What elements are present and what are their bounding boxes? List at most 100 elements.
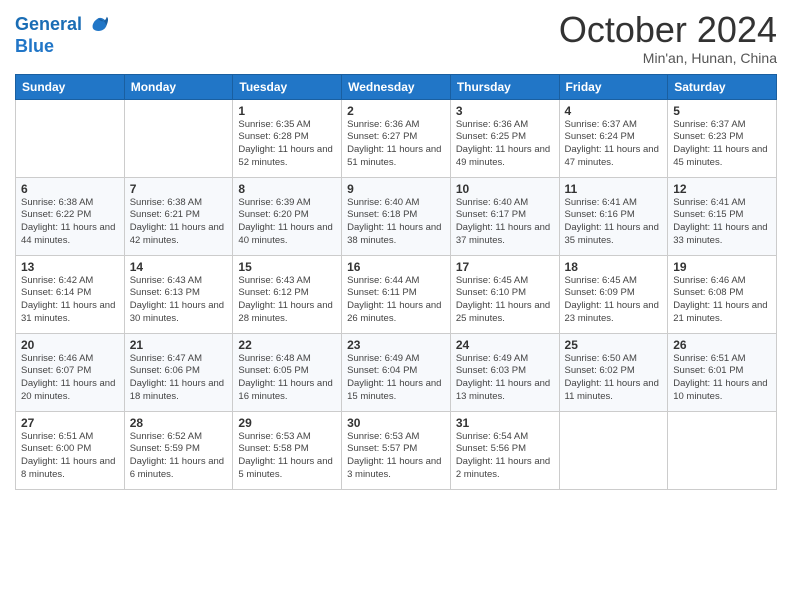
- day-number: 16: [347, 260, 445, 274]
- day-number: 9: [347, 182, 445, 196]
- day-info: Sunrise: 6:40 AM Sunset: 6:18 PM Dayligh…: [347, 197, 445, 248]
- day-info: Sunrise: 6:41 AM Sunset: 6:16 PM Dayligh…: [565, 197, 663, 248]
- day-info: Sunrise: 6:54 AM Sunset: 5:56 PM Dayligh…: [456, 431, 554, 482]
- col-sunday: Sunday: [16, 74, 125, 99]
- day-info: Sunrise: 6:51 AM Sunset: 6:01 PM Dayligh…: [673, 353, 771, 404]
- day-number: 4: [565, 104, 663, 118]
- table-row: 11Sunrise: 6:41 AM Sunset: 6:16 PM Dayli…: [559, 177, 668, 255]
- table-row: 17Sunrise: 6:45 AM Sunset: 6:10 PM Dayli…: [450, 255, 559, 333]
- month-title: October 2024: [559, 10, 777, 50]
- day-info: Sunrise: 6:37 AM Sunset: 6:23 PM Dayligh…: [673, 119, 771, 170]
- day-number: 1: [238, 104, 336, 118]
- day-info: Sunrise: 6:44 AM Sunset: 6:11 PM Dayligh…: [347, 275, 445, 326]
- day-number: 19: [673, 260, 771, 274]
- col-thursday: Thursday: [450, 74, 559, 99]
- logo-bird-icon: [87, 14, 109, 36]
- page: General Blue October 2024 Min'an, Hunan,…: [0, 0, 792, 612]
- table-row: 19Sunrise: 6:46 AM Sunset: 6:08 PM Dayli…: [668, 255, 777, 333]
- day-number: 21: [130, 338, 228, 352]
- table-row: 9Sunrise: 6:40 AM Sunset: 6:18 PM Daylig…: [342, 177, 451, 255]
- day-info: Sunrise: 6:42 AM Sunset: 6:14 PM Dayligh…: [21, 275, 119, 326]
- table-row: 29Sunrise: 6:53 AM Sunset: 5:58 PM Dayli…: [233, 411, 342, 489]
- day-info: Sunrise: 6:43 AM Sunset: 6:13 PM Dayligh…: [130, 275, 228, 326]
- logo: General Blue: [15, 14, 109, 57]
- day-info: Sunrise: 6:35 AM Sunset: 6:28 PM Dayligh…: [238, 119, 336, 170]
- day-info: Sunrise: 6:53 AM Sunset: 5:57 PM Dayligh…: [347, 431, 445, 482]
- day-number: 20: [21, 338, 119, 352]
- day-number: 7: [130, 182, 228, 196]
- day-number: 30: [347, 416, 445, 430]
- day-info: Sunrise: 6:51 AM Sunset: 6:00 PM Dayligh…: [21, 431, 119, 482]
- day-number: 5: [673, 104, 771, 118]
- day-number: 2: [347, 104, 445, 118]
- location-subtitle: Min'an, Hunan, China: [559, 50, 777, 66]
- calendar-table: Sunday Monday Tuesday Wednesday Thursday…: [15, 74, 777, 490]
- col-saturday: Saturday: [668, 74, 777, 99]
- day-number: 13: [21, 260, 119, 274]
- day-number: 31: [456, 416, 554, 430]
- logo-text: General Blue: [15, 14, 109, 57]
- calendar-week-row: 6Sunrise: 6:38 AM Sunset: 6:22 PM Daylig…: [16, 177, 777, 255]
- day-number: 23: [347, 338, 445, 352]
- table-row: 13Sunrise: 6:42 AM Sunset: 6:14 PM Dayli…: [16, 255, 125, 333]
- table-row: 25Sunrise: 6:50 AM Sunset: 6:02 PM Dayli…: [559, 333, 668, 411]
- col-wednesday: Wednesday: [342, 74, 451, 99]
- day-info: Sunrise: 6:49 AM Sunset: 6:04 PM Dayligh…: [347, 353, 445, 404]
- day-number: 27: [21, 416, 119, 430]
- col-friday: Friday: [559, 74, 668, 99]
- day-number: 26: [673, 338, 771, 352]
- day-info: Sunrise: 6:46 AM Sunset: 6:07 PM Dayligh…: [21, 353, 119, 404]
- day-number: 24: [456, 338, 554, 352]
- day-number: 28: [130, 416, 228, 430]
- table-row: 1Sunrise: 6:35 AM Sunset: 6:28 PM Daylig…: [233, 99, 342, 177]
- calendar-week-row: 13Sunrise: 6:42 AM Sunset: 6:14 PM Dayli…: [16, 255, 777, 333]
- table-row: [668, 411, 777, 489]
- day-info: Sunrise: 6:38 AM Sunset: 6:22 PM Dayligh…: [21, 197, 119, 248]
- day-number: 11: [565, 182, 663, 196]
- day-info: Sunrise: 6:45 AM Sunset: 6:10 PM Dayligh…: [456, 275, 554, 326]
- day-number: 29: [238, 416, 336, 430]
- table-row: 2Sunrise: 6:36 AM Sunset: 6:27 PM Daylig…: [342, 99, 451, 177]
- calendar-week-row: 20Sunrise: 6:46 AM Sunset: 6:07 PM Dayli…: [16, 333, 777, 411]
- header: General Blue October 2024 Min'an, Hunan,…: [15, 10, 777, 66]
- day-info: Sunrise: 6:52 AM Sunset: 5:59 PM Dayligh…: [130, 431, 228, 482]
- day-info: Sunrise: 6:36 AM Sunset: 6:27 PM Dayligh…: [347, 119, 445, 170]
- col-tuesday: Tuesday: [233, 74, 342, 99]
- day-info: Sunrise: 6:47 AM Sunset: 6:06 PM Dayligh…: [130, 353, 228, 404]
- day-number: 14: [130, 260, 228, 274]
- day-info: Sunrise: 6:50 AM Sunset: 6:02 PM Dayligh…: [565, 353, 663, 404]
- table-row: [16, 99, 125, 177]
- day-info: Sunrise: 6:45 AM Sunset: 6:09 PM Dayligh…: [565, 275, 663, 326]
- table-row: 7Sunrise: 6:38 AM Sunset: 6:21 PM Daylig…: [124, 177, 233, 255]
- day-info: Sunrise: 6:43 AM Sunset: 6:12 PM Dayligh…: [238, 275, 336, 326]
- calendar-week-row: 27Sunrise: 6:51 AM Sunset: 6:00 PM Dayli…: [16, 411, 777, 489]
- table-row: 14Sunrise: 6:43 AM Sunset: 6:13 PM Dayli…: [124, 255, 233, 333]
- day-number: 18: [565, 260, 663, 274]
- day-info: Sunrise: 6:48 AM Sunset: 6:05 PM Dayligh…: [238, 353, 336, 404]
- title-block: October 2024 Min'an, Hunan, China: [559, 10, 777, 66]
- table-row: 31Sunrise: 6:54 AM Sunset: 5:56 PM Dayli…: [450, 411, 559, 489]
- day-number: 12: [673, 182, 771, 196]
- table-row: 30Sunrise: 6:53 AM Sunset: 5:57 PM Dayli…: [342, 411, 451, 489]
- table-row: 4Sunrise: 6:37 AM Sunset: 6:24 PM Daylig…: [559, 99, 668, 177]
- calendar-header-row: Sunday Monday Tuesday Wednesday Thursday…: [16, 74, 777, 99]
- day-number: 6: [21, 182, 119, 196]
- table-row: 10Sunrise: 6:40 AM Sunset: 6:17 PM Dayli…: [450, 177, 559, 255]
- table-row: 5Sunrise: 6:37 AM Sunset: 6:23 PM Daylig…: [668, 99, 777, 177]
- logo-blue: Blue: [15, 36, 109, 57]
- col-monday: Monday: [124, 74, 233, 99]
- table-row: 6Sunrise: 6:38 AM Sunset: 6:22 PM Daylig…: [16, 177, 125, 255]
- calendar-week-row: 1Sunrise: 6:35 AM Sunset: 6:28 PM Daylig…: [16, 99, 777, 177]
- day-number: 3: [456, 104, 554, 118]
- table-row: 12Sunrise: 6:41 AM Sunset: 6:15 PM Dayli…: [668, 177, 777, 255]
- table-row: 16Sunrise: 6:44 AM Sunset: 6:11 PM Dayli…: [342, 255, 451, 333]
- day-number: 10: [456, 182, 554, 196]
- day-number: 25: [565, 338, 663, 352]
- table-row: 23Sunrise: 6:49 AM Sunset: 6:04 PM Dayli…: [342, 333, 451, 411]
- table-row: 20Sunrise: 6:46 AM Sunset: 6:07 PM Dayli…: [16, 333, 125, 411]
- table-row: 21Sunrise: 6:47 AM Sunset: 6:06 PM Dayli…: [124, 333, 233, 411]
- logo-general: General: [15, 14, 82, 34]
- table-row: 26Sunrise: 6:51 AM Sunset: 6:01 PM Dayli…: [668, 333, 777, 411]
- day-info: Sunrise: 6:38 AM Sunset: 6:21 PM Dayligh…: [130, 197, 228, 248]
- table-row: 24Sunrise: 6:49 AM Sunset: 6:03 PM Dayli…: [450, 333, 559, 411]
